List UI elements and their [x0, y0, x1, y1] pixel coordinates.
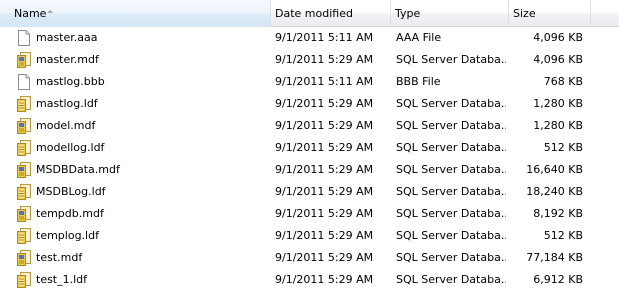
- file-type: SQL Server Databa...: [396, 163, 506, 176]
- file-row[interactable]: MSDBLog.ldf 9/1/2011 5:29 AM SQL Server Da…: [0, 181, 619, 203]
- file-date-modified: 9/1/2011 5:29 AM: [275, 141, 374, 154]
- column-header-date-label: Date modified: [275, 7, 353, 20]
- database-file-icon: [17, 52, 31, 68]
- file-date-modified: 9/1/2011 5:29 AM: [275, 119, 374, 132]
- file-row[interactable]: MSDBData.mdf 9/1/2011 5:29 AM SQL Server D…: [0, 159, 619, 181]
- file-size: 18,240 KB: [526, 185, 583, 198]
- file-size: 768 KB: [543, 75, 583, 88]
- file-date-modified: 9/1/2011 5:29 AM: [275, 53, 374, 66]
- file-size: 8,192 KB: [533, 207, 583, 220]
- file-row[interactable]: master.aaa 9/1/2011 5:11 AM AAA File 4,096 …: [0, 27, 619, 49]
- file-type: AAA File: [396, 31, 442, 44]
- file-size: 77,184 KB: [526, 251, 583, 264]
- file-size: 4,096 KB: [533, 53, 583, 66]
- file-type: SQL Server Databa...: [396, 141, 506, 154]
- sort-ascending-icon: [47, 10, 53, 13]
- column-header-type[interactable]: Type: [391, 0, 509, 27]
- file-type: SQL Server Databa...: [396, 229, 506, 242]
- file-type: SQL Server Databa...: [396, 97, 506, 110]
- blank-file-icon: [17, 30, 31, 46]
- file-name: mastlog.ldf: [36, 97, 98, 110]
- database-log-icon: [17, 140, 31, 156]
- database-log-icon: [17, 272, 31, 288]
- file-size: 1,280 KB: [533, 119, 583, 132]
- file-date-modified: 9/1/2011 5:29 AM: [275, 251, 374, 264]
- file-name: test_1.ldf: [36, 273, 88, 286]
- file-name: tempdb.mdf: [36, 207, 104, 220]
- column-header-filler: [591, 0, 619, 27]
- file-date-modified: 9/1/2011 5:29 AM: [275, 97, 374, 110]
- file-type: BBB File: [396, 75, 441, 88]
- file-size: 512 KB: [543, 141, 583, 154]
- file-row[interactable]: modellog.ldf 9/1/2011 5:29 AM SQL Server D…: [0, 137, 619, 159]
- file-type: SQL Server Databa...: [396, 185, 506, 198]
- database-file-icon: [17, 118, 31, 134]
- file-date-modified: 9/1/2011 5:11 AM: [275, 75, 374, 88]
- column-header-bar: Name Date modified Type Size: [0, 0, 619, 27]
- database-log-icon: [17, 228, 31, 244]
- file-date-modified: 9/1/2011 5:29 AM: [275, 273, 374, 286]
- database-log-icon: [17, 96, 31, 112]
- file-date-modified: 9/1/2011 5:29 AM: [275, 229, 374, 242]
- file-row[interactable]: templog.ldf 9/1/2011 5:29 AM SQL Server Da…: [0, 225, 619, 247]
- file-type: SQL Server Databa...: [396, 273, 506, 286]
- file-row[interactable]: mastlog.bbb 9/1/2011 5:11 AM BBB File 768 K…: [0, 71, 619, 93]
- file-name: test.mdf: [36, 251, 83, 264]
- file-type: SQL Server Databa...: [396, 119, 506, 132]
- file-date-modified: 9/1/2011 5:11 AM: [275, 31, 374, 44]
- column-header-date-modified[interactable]: Date modified: [271, 0, 391, 27]
- file-name: MSDBLog.ldf: [36, 185, 106, 198]
- file-size: 1,280 KB: [533, 97, 583, 110]
- file-type: SQL Server Databa...: [396, 207, 506, 220]
- column-header-name[interactable]: Name: [0, 0, 271, 27]
- file-row[interactable]: master.mdf 9/1/2011 5:29 AM SQL Server Dat…: [0, 49, 619, 71]
- file-row[interactable]: tempdb.mdf 9/1/2011 5:29 AM SQL Server Dat…: [0, 203, 619, 225]
- file-row[interactable]: model.mdf 9/1/2011 5:29 AM SQL Server Data…: [0, 115, 619, 137]
- file-row[interactable]: test_1.ldf 9/1/2011 5:29 AM SQL Server Dat…: [0, 269, 619, 291]
- file-name: mastlog.bbb: [36, 75, 105, 88]
- file-name: model.mdf: [36, 119, 96, 132]
- column-header-name-label: Name: [14, 7, 47, 20]
- column-header-type-label: Type: [395, 7, 421, 20]
- file-date-modified: 9/1/2011 5:29 AM: [275, 207, 374, 220]
- file-row[interactable]: mastlog.ldf 9/1/2011 5:29 AM SQL Server Da…: [0, 93, 619, 115]
- file-type: SQL Server Databa...: [396, 53, 506, 66]
- file-list: master.aaa 9/1/2011 5:11 AM AAA File 4,096 …: [0, 27, 619, 291]
- database-file-icon: [17, 250, 31, 266]
- file-name: MSDBData.mdf: [36, 163, 120, 176]
- file-name: master.aaa: [36, 31, 98, 44]
- file-row[interactable]: test.mdf 9/1/2011 5:29 AM SQL Server Datab…: [0, 247, 619, 269]
- column-header-size-label: Size: [513, 7, 536, 20]
- file-size: 512 KB: [543, 229, 583, 242]
- database-file-icon: [17, 206, 31, 222]
- database-log-icon: [17, 184, 31, 200]
- file-date-modified: 9/1/2011 5:29 AM: [275, 185, 374, 198]
- blank-file-icon: [17, 74, 31, 90]
- file-name: master.mdf: [36, 53, 99, 66]
- database-file-icon: [17, 162, 31, 178]
- file-name: templog.ldf: [36, 229, 99, 242]
- file-date-modified: 9/1/2011 5:29 AM: [275, 163, 374, 176]
- file-size: 6,912 KB: [533, 273, 583, 286]
- file-type: SQL Server Databa...: [396, 251, 506, 264]
- column-header-size[interactable]: Size: [509, 0, 591, 27]
- file-name: modellog.ldf: [36, 141, 105, 154]
- file-size: 16,640 KB: [526, 163, 583, 176]
- file-size: 4,096 KB: [533, 31, 583, 44]
